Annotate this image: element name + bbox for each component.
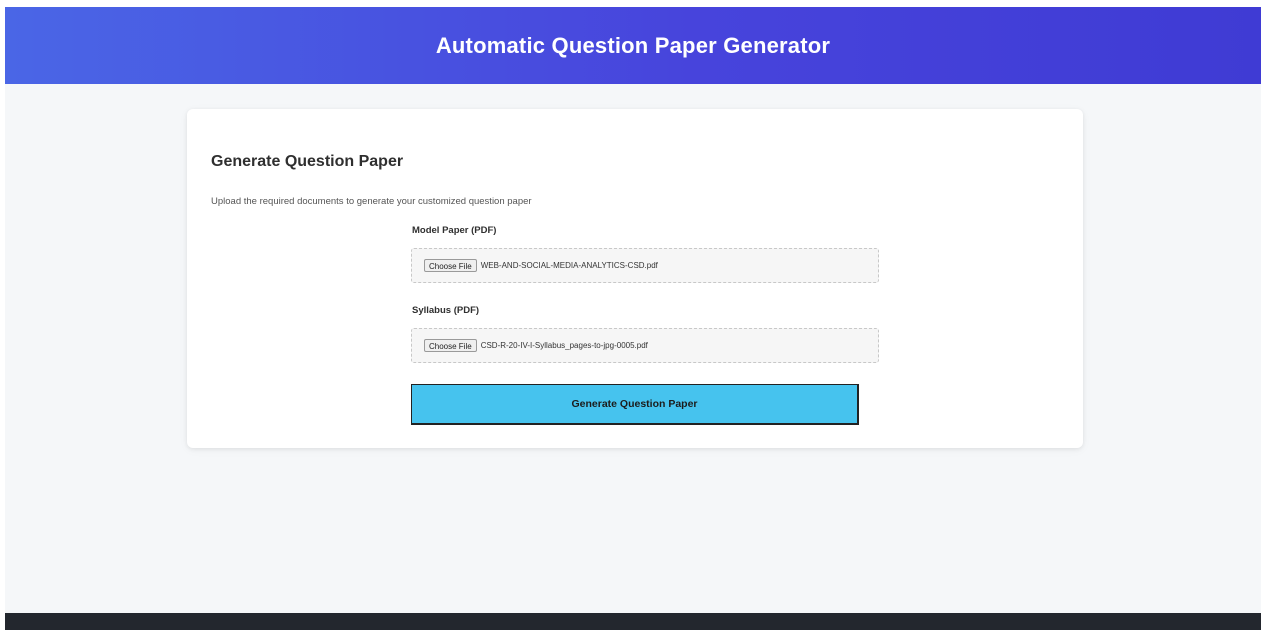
- app-header: Automatic Question Paper Generator: [5, 7, 1261, 84]
- syllabus-label: Syllabus (PDF): [412, 305, 480, 316]
- generate-question-paper-button[interactable]: Generate Question Paper: [411, 384, 859, 425]
- model-paper-file-input[interactable]: Choose File WEB-AND-SOCIAL-MEDIA-ANALYTI…: [411, 248, 879, 283]
- app-title: Automatic Question Paper Generator: [435, 32, 831, 58]
- syllabus-file-name: CSD-R-20-IV-I-Syllabus_pages-to-jpg-0005…: [480, 341, 648, 350]
- card-subtitle: Upload the required documents to generat…: [211, 196, 532, 207]
- generator-card: Generate Question Paper Upload the requi…: [187, 109, 1083, 448]
- model-paper-label: Model Paper (PDF): [412, 225, 497, 236]
- card-title: Generate Question Paper: [211, 153, 404, 170]
- page-footer: [5, 613, 1261, 630]
- model-paper-file-name: WEB-AND-SOCIAL-MEDIA-ANALYTICS-CSD.pdf: [480, 261, 658, 270]
- page: Automatic Question Paper Generator Gener…: [5, 7, 1261, 630]
- syllabus-choose-file-button[interactable]: Choose File: [424, 339, 477, 352]
- model-paper-choose-file-button[interactable]: Choose File: [424, 259, 477, 272]
- syllabus-file-input[interactable]: Choose File CSD-R-20-IV-I-Syllabus_pages…: [411, 328, 879, 363]
